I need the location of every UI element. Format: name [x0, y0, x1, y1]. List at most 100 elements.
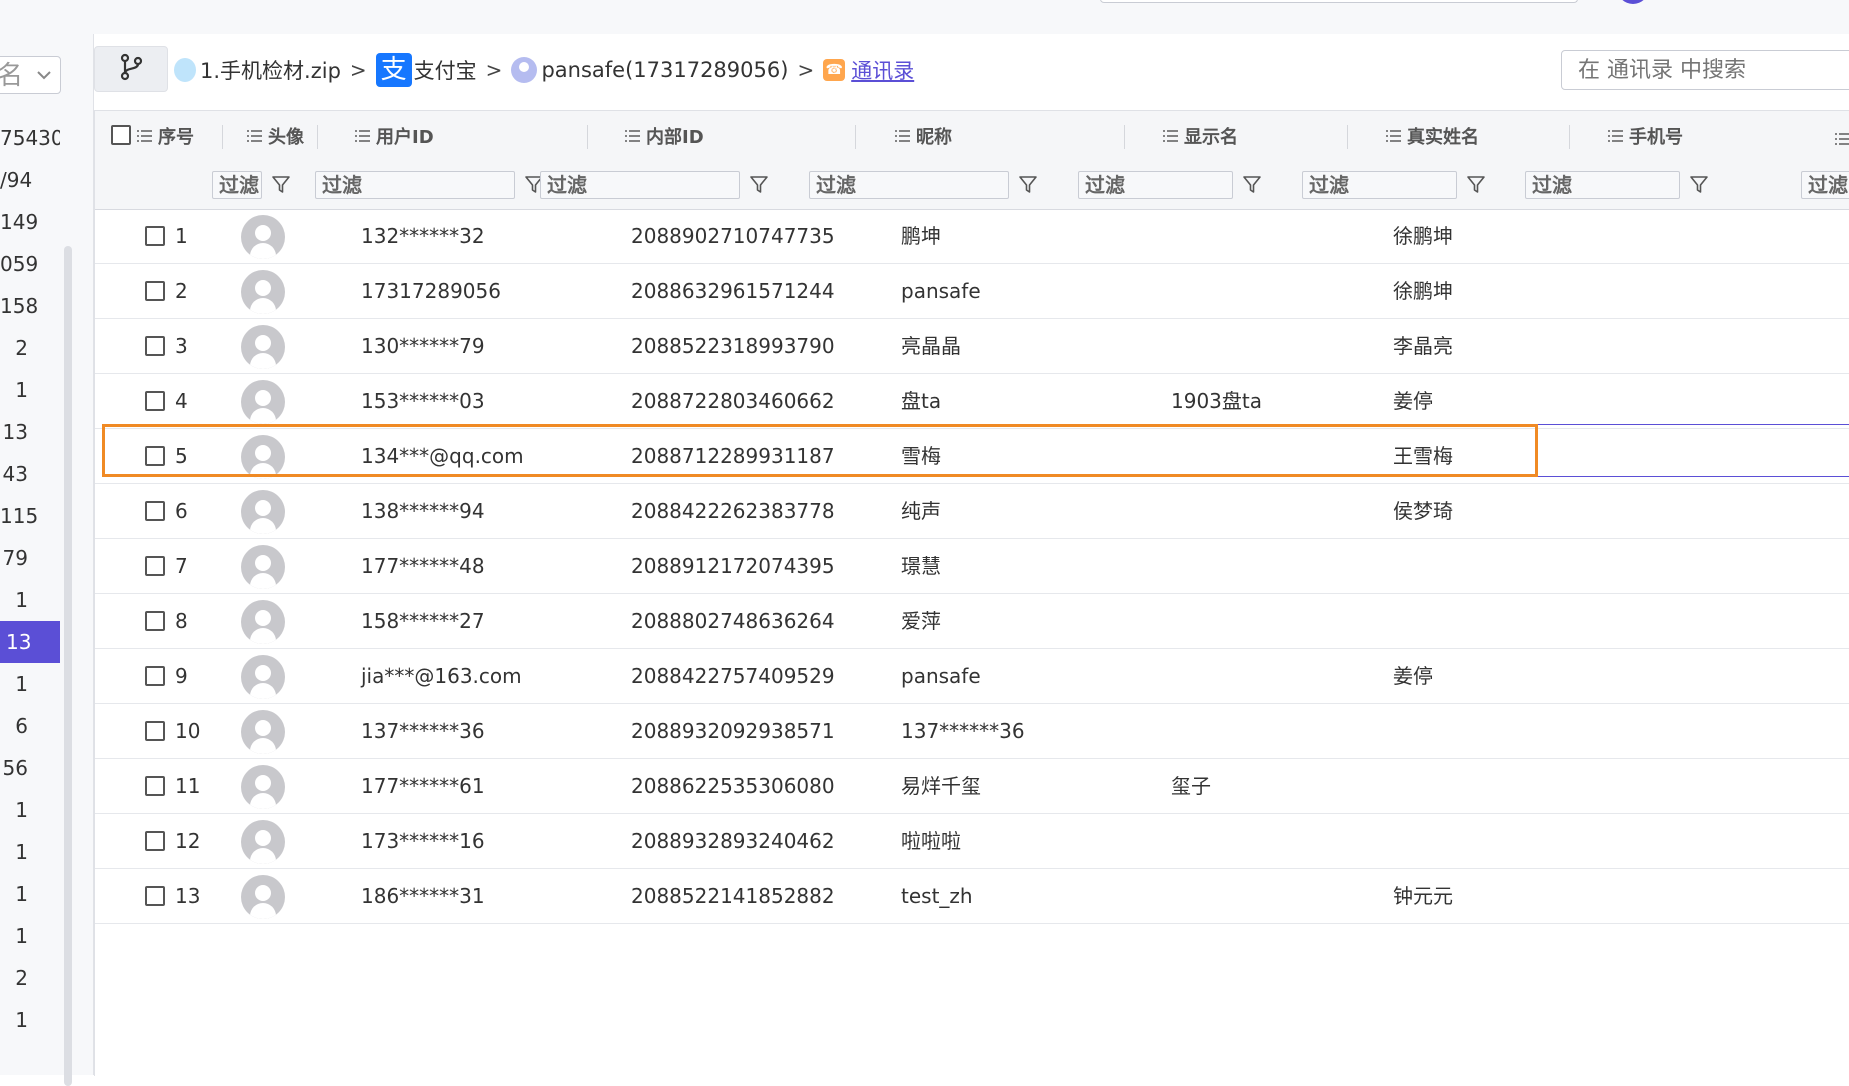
filter-icon[interactable] — [1465, 174, 1487, 196]
left-list-item[interactable]: 1 — [0, 789, 60, 831]
left-list-item[interactable]: 059 — [0, 243, 60, 285]
row-checkbox[interactable] — [145, 611, 165, 631]
row-checkbox[interactable] — [145, 391, 165, 411]
row-checkbox[interactable] — [145, 666, 165, 686]
column-menu-icon[interactable] — [137, 127, 152, 146]
column-header-real-name[interactable]: 真实姓名 — [1386, 111, 1479, 161]
breadcrumb-item-contacts[interactable]: ☎ 通讯录 — [823, 55, 914, 85]
filter-input[interactable]: 过滤 — [1078, 171, 1233, 199]
breadcrumb-item-alipay[interactable]: 支 支付宝 — [375, 53, 477, 87]
table-row[interactable]: 1 132******32 2088902710747735 鹏坤 徐鹏坤 — [95, 209, 1849, 264]
column-header-user-id[interactable]: 用户ID — [355, 111, 434, 161]
column-divider[interactable] — [317, 125, 318, 149]
table-row[interactable]: 13 186******31 2088522141852882 test_zh 钟元元 — [95, 869, 1849, 924]
left-list-item[interactable]: 2 — [0, 957, 60, 999]
filter-icon[interactable] — [1688, 174, 1710, 196]
left-list-item[interactable]: 1 — [0, 915, 60, 957]
column-divider[interactable] — [1569, 125, 1570, 149]
column-menu-icon[interactable] — [1835, 130, 1849, 149]
filter-input[interactable]: 过滤 — [1801, 171, 1849, 199]
left-list-item[interactable]: 2 — [0, 327, 60, 369]
row-checkbox[interactable] — [145, 776, 165, 796]
table-row[interactable]: 6 138******94 2088422262383778 纯声 侯梦琦 — [95, 484, 1849, 539]
column-menu-icon[interactable] — [895, 127, 910, 146]
branch-button[interactable] — [94, 46, 168, 92]
row-checkbox[interactable] — [145, 336, 165, 356]
column-divider[interactable] — [1124, 125, 1125, 149]
left-list-item[interactable]: 75430 — [0, 117, 60, 159]
table-row[interactable]: 11 177******61 2088622535306080 易烊千玺 玺子 — [95, 759, 1849, 814]
select-all-checkbox[interactable] — [111, 125, 131, 145]
left-scrollbar[interactable] — [64, 246, 72, 1086]
column-header-label: 用户ID — [376, 127, 434, 148]
column-header-no[interactable]: 序号 — [137, 111, 194, 161]
column-menu-icon[interactable] — [355, 127, 370, 146]
table-row[interactable]: 12 173******16 2088932893240462 啦啦啦 — [95, 814, 1849, 869]
column-header-phone[interactable]: 手机号 — [1608, 111, 1683, 161]
left-list-item[interactable]: 13 — [0, 621, 60, 663]
row-checkbox[interactable] — [145, 281, 165, 301]
sort-select[interactable]: 名 — [0, 56, 61, 94]
column-header-avatar[interactable]: 头像 — [247, 111, 304, 161]
column-header-inner-id[interactable]: 内部ID — [625, 111, 704, 161]
left-list-item[interactable]: 13 — [0, 411, 60, 453]
filter-input[interactable]: 过滤 — [809, 171, 1009, 199]
filter-icon[interactable] — [1017, 174, 1039, 196]
cell-no: 3 — [175, 334, 188, 358]
left-list-item[interactable]: 1 — [0, 579, 60, 621]
breadcrumb-label[interactable]: 通讯录 — [851, 55, 914, 85]
column-menu-icon[interactable] — [1386, 127, 1401, 146]
table-row[interactable]: 4 153******03 2088722803460662 盘ta 1903盘ta 姜停 — [95, 374, 1849, 429]
left-list-item[interactable]: 1 — [0, 369, 60, 411]
left-list-item[interactable]: 1 — [0, 999, 60, 1041]
row-checkbox[interactable] — [145, 721, 165, 741]
table-row[interactable]: 10 137******36 2088932092938571 137******36 — [95, 704, 1849, 759]
row-checkbox[interactable] — [145, 226, 165, 246]
table-row[interactable]: 7 177******48 2088912172074395 璟慧 — [95, 539, 1849, 594]
filter-icon[interactable] — [748, 174, 770, 196]
column-divider[interactable] — [222, 125, 223, 149]
left-list-item[interactable]: 115 — [0, 495, 60, 537]
table-row[interactable]: 9 jia***@163.com 2088422757409529 pansafe 姜停 — [95, 649, 1849, 704]
column-menu-icon[interactable] — [1608, 127, 1623, 146]
filter-input[interactable]: 过滤 — [1525, 171, 1680, 199]
left-list-item[interactable]: 1 — [0, 873, 60, 915]
column-divider[interactable] — [1347, 125, 1348, 149]
top-input[interactable] — [1100, 0, 1578, 3]
left-list-item[interactable]: 79 — [0, 537, 60, 579]
row-checkbox[interactable] — [145, 831, 165, 851]
column-menu-icon[interactable] — [625, 127, 640, 146]
search-input[interactable] — [1561, 50, 1849, 90]
left-list-item[interactable]: /94 — [0, 159, 60, 201]
filter-input[interactable]: 过滤 — [315, 171, 515, 199]
column-header-display-name[interactable]: 显示名 — [1163, 111, 1238, 161]
row-checkbox[interactable] — [145, 886, 165, 906]
left-list-item[interactable]: 6 — [0, 705, 60, 747]
row-checkbox[interactable] — [145, 446, 165, 466]
left-list-item[interactable]: 149 — [0, 201, 60, 243]
table-row[interactable]: 2 17317289056 2088632961571244 pansafe 徐鹏坤 — [95, 264, 1849, 319]
column-divider[interactable] — [855, 125, 856, 149]
column-header-nickname[interactable]: 昵称 — [895, 111, 952, 161]
table-row[interactable]: 8 158******27 2088802748636264 爱萍 — [95, 594, 1849, 649]
column-divider[interactable] — [587, 125, 588, 149]
row-checkbox[interactable] — [145, 556, 165, 576]
column-menu-icon[interactable] — [247, 127, 262, 146]
filter-input[interactable]: 过滤 — [1302, 171, 1457, 199]
filter-icon[interactable] — [1241, 174, 1263, 196]
column-menu-icon[interactable] — [1163, 127, 1178, 146]
breadcrumb-item-account[interactable]: pansafe(17317289056) — [511, 57, 788, 83]
table-row[interactable]: 3 130******79 2088522318993790 亮晶晶 李晶亮 — [95, 319, 1849, 374]
left-list-item[interactable]: 1 — [0, 831, 60, 873]
filter-input[interactable]: 过滤 — [212, 171, 262, 199]
left-list-item[interactable]: 56 — [0, 747, 60, 789]
cell-nickname: 亮晶晶 — [901, 334, 961, 358]
left-list-item[interactable]: 1 — [0, 663, 60, 705]
left-list-item[interactable]: 43 — [0, 453, 60, 495]
filter-input[interactable]: 过滤 — [540, 171, 740, 199]
top-avatar[interactable] — [1617, 0, 1649, 4]
left-list-item[interactable]: 158 — [0, 285, 60, 327]
breadcrumb-item-zip[interactable]: 1.手机检材.zip — [174, 55, 341, 85]
row-checkbox[interactable] — [145, 501, 165, 521]
filter-icon[interactable] — [270, 174, 292, 196]
